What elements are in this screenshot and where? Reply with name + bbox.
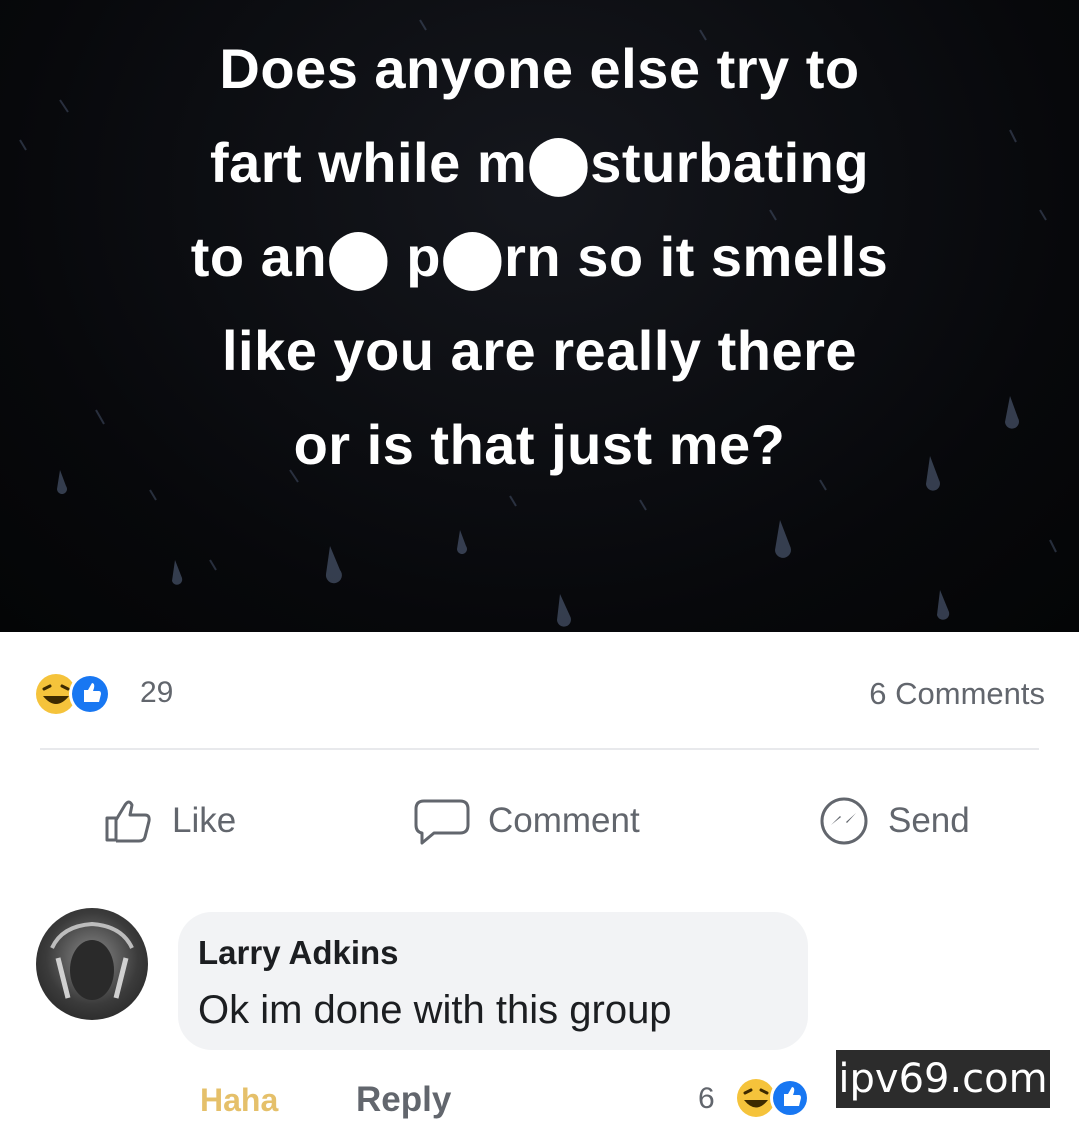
caption-line: like you are really there — [221, 319, 858, 382]
haha-icon — [737, 1079, 775, 1117]
reply-link[interactable]: Reply — [356, 1080, 451, 1120]
comment-reaction-icons[interactable] — [734, 1076, 824, 1120]
haha-reaction-link[interactable]: Haha — [200, 1082, 278, 1119]
send-button[interactable]: Send — [818, 786, 970, 856]
caption-line: or is that just me? — [293, 413, 786, 476]
reactions-bar: 29 6 Comments — [0, 660, 1079, 730]
thumbs-up-icon — [105, 800, 151, 843]
avatar[interactable] — [36, 908, 148, 1020]
messenger-icon — [820, 797, 868, 845]
post-caption: Does anyone else try to fart while m⬤stu… — [40, 22, 1039, 492]
caption-line: to an⬤ p⬤rn so it smells — [190, 225, 889, 288]
reaction-count[interactable]: 29 — [140, 676, 173, 710]
avatar-image — [50, 921, 134, 1000]
post-image[interactable]: Does anyone else try to fart while m⬤stu… — [0, 0, 1079, 632]
comment-button[interactable]: Comment — [414, 786, 640, 856]
like-button[interactable]: Like — [104, 786, 236, 856]
post-actions: Like Comment Send — [0, 786, 1079, 856]
comment-label: Comment — [488, 801, 640, 840]
reaction-icons[interactable] — [34, 672, 134, 716]
like-icon — [69, 673, 111, 715]
comment-text: Ok im done with this group — [198, 988, 672, 1032]
comment-author[interactable]: Larry Adkins — [198, 934, 399, 972]
comment-bubble-icon — [414, 799, 470, 845]
comment-reaction-count[interactable]: 6 — [698, 1082, 715, 1116]
send-label: Send — [888, 801, 970, 840]
divider — [40, 748, 1039, 750]
caption-line: fart while m⬤sturbating — [209, 131, 870, 194]
caption-line: Does anyone else try to — [219, 37, 860, 100]
like-label: Like — [172, 801, 237, 840]
watermark: ipv69.com — [836, 1050, 1050, 1108]
comment-bubble: Larry Adkins Ok im done with this group — [178, 912, 808, 1050]
like-icon — [770, 1078, 810, 1118]
comments-count-link[interactable]: 6 Comments — [869, 676, 1045, 712]
